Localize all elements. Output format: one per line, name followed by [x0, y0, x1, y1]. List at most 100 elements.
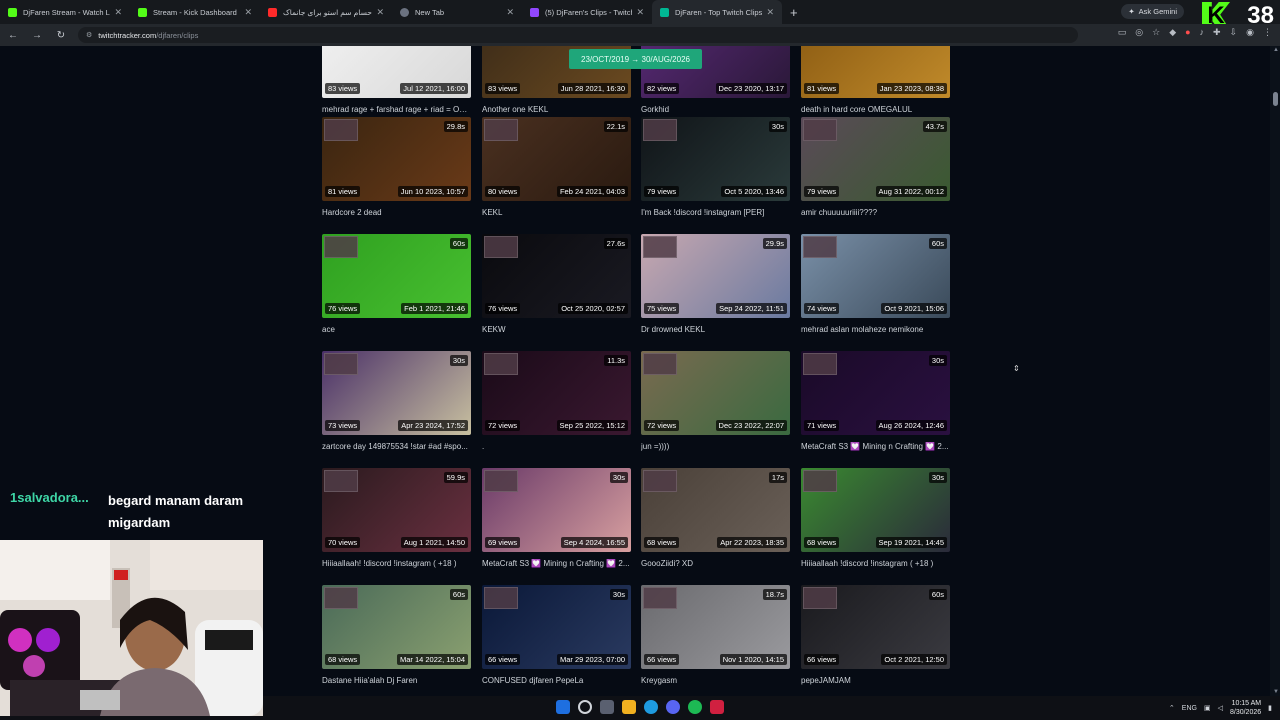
clip-title[interactable]: amir chuuuuuriiii????	[801, 208, 950, 217]
clip-card[interactable]: 60s 76 views Feb 1 2021, 21:46 ace	[322, 234, 471, 334]
clip-thumbnail[interactable]: 60s 74 views Oct 9 2021, 15:06	[801, 234, 950, 318]
discord-icon[interactable]	[666, 700, 680, 714]
clip-card[interactable]: 27.6s 76 views Oct 25 2020, 02:57 KEKW	[482, 234, 631, 334]
clip-title[interactable]: mehrad aslan molaheze nemikone	[801, 325, 950, 334]
clip-card[interactable]: 30s 71 views Aug 26 2024, 12:46 MetaCraft S…	[801, 351, 950, 451]
clip-card[interactable]: 29.9s 75 views Sep 24 2022, 11:51 Dr drowne…	[641, 234, 790, 334]
clip-thumbnail[interactable]: 60s 68 views Mar 14 2022, 15:04	[322, 585, 471, 669]
clip-card[interactable]: 22.1s 80 views Feb 24 2021, 04:03 KEKL	[482, 117, 631, 217]
clip-card[interactable]: 29.8s 81 views Jun 10 2023, 10:57 Hardcore …	[322, 117, 471, 217]
site-info-icon[interactable]: ⚙	[86, 31, 92, 39]
close-tab-icon[interactable]: ✕	[244, 7, 252, 18]
clip-title[interactable]: Another one KEKL	[482, 105, 631, 114]
clip-title[interactable]: Dastane Hiia'alah Dj Faren	[322, 676, 471, 685]
app-icon[interactable]	[710, 700, 724, 714]
clock[interactable]: 10:15 AM 8/30/2026	[1230, 699, 1261, 717]
clip-title[interactable]: Hiiiaallaah !discord !instagram ( +18 )	[801, 559, 950, 568]
cast-icon[interactable]: ▭	[1118, 27, 1127, 38]
close-tab-icon[interactable]: ✕	[766, 7, 774, 18]
close-tab-icon[interactable]: ✕	[376, 7, 384, 18]
clip-title[interactable]: MetaCraft S3 💟 Mining n Crafting 💟 2...	[482, 559, 631, 568]
clip-thumbnail[interactable]: 17s 68 views Apr 22 2023, 18:35	[641, 468, 790, 552]
date-range-banner[interactable]: 23/OCT/2019 → 30/AUG/2026	[569, 49, 702, 69]
clip-title[interactable]: .	[482, 442, 631, 451]
notification-icon[interactable]: ▮	[1268, 704, 1272, 712]
clip-thumbnail[interactable]: 81 views Jan 23 2023, 08:38	[801, 46, 950, 98]
clip-thumbnail[interactable]: 29.8s 81 views Jun 10 2023, 10:57	[322, 117, 471, 201]
clip-title[interactable]: pepeJAMJAM	[801, 676, 950, 685]
clip-thumbnail[interactable]: 72 views Dec 23 2022, 22:07	[641, 351, 790, 435]
reload-icon[interactable]: ↻	[54, 30, 68, 41]
scroll-down-icon[interactable]: ▼	[1273, 689, 1279, 695]
clip-title[interactable]: ace	[322, 325, 471, 334]
browser-tab[interactable]: جیران حسام سم استو برای جانماک ✕	[260, 0, 392, 24]
browser-tab[interactable]: (5) DjFaren's Clips - Twitch ✕	[522, 0, 652, 24]
scrollbar[interactable]: ▲ ▼	[1270, 46, 1280, 696]
clip-card[interactable]: 60s 66 views Oct 2 2021, 12:50 pepeJAMJAM	[801, 585, 950, 685]
clip-card[interactable]: 81 views Jan 23 2023, 08:38 death in hard …	[801, 46, 950, 114]
clip-card[interactable]: 72 views Dec 23 2022, 22:07 jun =))))	[641, 351, 790, 451]
bookmark-star-icon[interactable]: ☆	[1152, 27, 1160, 38]
forward-icon[interactable]: →	[30, 30, 44, 41]
clip-card[interactable]: 18.7s 66 views Nov 1 2020, 14:15 Kreygasm	[641, 585, 790, 685]
clip-title[interactable]: jun =))))	[641, 442, 790, 451]
browser-tab[interactable]: Stream - Kick Dashboard ✕	[130, 0, 260, 24]
spotify-icon[interactable]	[688, 700, 702, 714]
clip-card[interactable]: 11.3s 72 views Sep 25 2022, 15:12.	[482, 351, 631, 451]
clip-thumbnail[interactable]: 30s 73 views Apr 23 2024, 17:52	[322, 351, 471, 435]
clip-thumbnail[interactable]: 59.9s 70 views Aug 1 2021, 14:50	[322, 468, 471, 552]
clip-title[interactable]: Gorkhid	[641, 105, 790, 114]
clip-title[interactable]: Hiiiaallaah! !discord !instagram ( +18 )	[322, 559, 471, 568]
eye-off-icon[interactable]: ◎	[1135, 27, 1143, 38]
clip-card[interactable]: 43.7s 79 views Aug 31 2022, 00:12 amir chuu…	[801, 117, 950, 217]
clip-thumbnail[interactable]: 29.9s 75 views Sep 24 2022, 11:51	[641, 234, 790, 318]
menu-icon[interactable]: ⋮	[1263, 27, 1272, 38]
browser-tab[interactable]: DjFaren - Top Twitch Clips ✕	[652, 0, 782, 24]
clip-card[interactable]: 60s 68 views Mar 14 2022, 15:04 Dastane Hii…	[322, 585, 471, 685]
clip-card[interactable]: 30s 68 views Sep 19 2021, 14:45 Hiiiaallaah…	[801, 468, 950, 568]
scroll-thumb[interactable]	[1273, 92, 1278, 106]
profile-avatar[interactable]: ◉	[1246, 27, 1254, 38]
task-view-icon[interactable]	[600, 700, 614, 714]
chrome-icon[interactable]	[644, 700, 658, 714]
clip-title[interactable]: zartcore day 149875534 !star #ad #spo...	[322, 442, 471, 451]
clip-title[interactable]: death in hard core OMEGALUL	[801, 105, 950, 114]
puzzle-icon[interactable]: ✚	[1213, 27, 1221, 38]
clip-title[interactable]: MetaCraft S3 💟 Mining n Crafting 💟 2...	[801, 442, 950, 451]
close-tab-icon[interactable]: ✕	[114, 7, 122, 18]
clip-title[interactable]: I'm Back !discord !instagram [PER]	[641, 208, 790, 217]
clip-card[interactable]: 59.9s 70 views Aug 1 2021, 14:50 Hiiiaallaa…	[322, 468, 471, 568]
tray-chevron-icon[interactable]: ⌃	[1169, 704, 1175, 712]
clip-thumbnail[interactable]: 60s 76 views Feb 1 2021, 21:46	[322, 234, 471, 318]
clip-title[interactable]: GoooZiidi? XD	[641, 559, 790, 568]
clip-title[interactable]: Hardcore 2 dead	[322, 208, 471, 217]
extension-icon[interactable]: ◆	[1169, 27, 1176, 38]
clip-thumbnail[interactable]: 83 views Jul 12 2021, 16:00	[322, 46, 471, 98]
new-tab-button[interactable]: +	[782, 5, 806, 20]
close-tab-icon[interactable]: ✕	[636, 7, 644, 18]
back-icon[interactable]: ←	[6, 30, 20, 41]
windows-start-icon[interactable]	[556, 700, 570, 714]
clip-title[interactable]: Kreygasm	[641, 676, 790, 685]
clip-thumbnail[interactable]: 27.6s 76 views Oct 25 2020, 02:57	[482, 234, 631, 318]
clip-title[interactable]: CONFUSED djfaren PepeLa	[482, 676, 631, 685]
clip-thumbnail[interactable]: 18.7s 66 views Nov 1 2020, 14:15	[641, 585, 790, 669]
clip-thumbnail[interactable]: 11.3s 72 views Sep 25 2022, 15:12	[482, 351, 631, 435]
clip-thumbnail[interactable]: 60s 66 views Oct 2 2021, 12:50	[801, 585, 950, 669]
browser-tab[interactable]: New Tab ✕	[392, 0, 522, 24]
clip-card[interactable]: 30s 69 views Sep 4 2024, 16:55 MetaCraft S3…	[482, 468, 631, 568]
address-bar[interactable]: ⚙ twitchtracker.com/djfaren/clips	[78, 27, 1078, 43]
network-icon[interactable]: ▣	[1204, 704, 1211, 712]
clip-title[interactable]: KEKL	[482, 208, 631, 217]
volume-icon[interactable]: ◁	[1218, 704, 1223, 712]
clip-thumbnail[interactable]: 30s 71 views Aug 26 2024, 12:46	[801, 351, 950, 435]
clip-card[interactable]: 30s 79 views Oct 5 2020, 13:46 I'm Back !di…	[641, 117, 790, 217]
downloads-icon[interactable]: ⇩	[1230, 27, 1238, 38]
clip-card[interactable]: 30s 66 views Mar 29 2023, 07:00 CONFUSED dj…	[482, 585, 631, 685]
audio-extension-icon[interactable]: ♪	[1200, 27, 1205, 38]
record-extension-icon[interactable]: ●	[1185, 27, 1190, 38]
ask-gemini-button[interactable]: ✦ Ask Gemini	[1121, 4, 1184, 19]
clip-thumbnail[interactable]: 22.1s 80 views Feb 24 2021, 04:03	[482, 117, 631, 201]
clip-title[interactable]: mehrad rage + farshad rage + riad = OM..…	[322, 105, 471, 114]
file-explorer-icon[interactable]	[622, 700, 636, 714]
